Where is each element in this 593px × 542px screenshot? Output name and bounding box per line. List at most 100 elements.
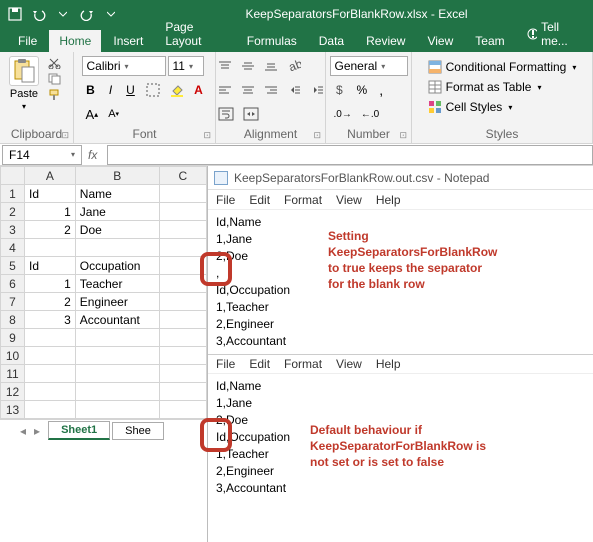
- align-left-icon[interactable]: [214, 80, 236, 100]
- cell[interactable]: Name: [75, 185, 159, 203]
- cell[interactable]: Accountant: [75, 311, 159, 329]
- number-format-combo[interactable]: General▾: [330, 56, 408, 76]
- bold-button[interactable]: B: [82, 80, 100, 100]
- tab-insert[interactable]: Insert: [103, 30, 153, 52]
- paste-label[interactable]: Paste: [10, 88, 38, 100]
- row-header[interactable]: 1: [1, 185, 25, 203]
- cell[interactable]: [25, 401, 76, 419]
- row-header[interactable]: 10: [1, 347, 25, 365]
- copy-icon[interactable]: [46, 72, 64, 86]
- italic-button[interactable]: I: [102, 80, 120, 100]
- cell[interactable]: [75, 383, 159, 401]
- font-name-combo[interactable]: Calibri▾: [82, 56, 166, 76]
- row-header[interactable]: 2: [1, 203, 25, 221]
- row-header[interactable]: 9: [1, 329, 25, 347]
- qat-customize-icon[interactable]: [104, 7, 118, 21]
- select-all-corner[interactable]: [1, 167, 25, 185]
- cell[interactable]: 1: [25, 203, 76, 221]
- cell[interactable]: [159, 383, 206, 401]
- tab-home[interactable]: Home: [49, 30, 101, 52]
- row-header[interactable]: 4: [1, 239, 25, 257]
- border-button[interactable]: [142, 80, 164, 100]
- cell[interactable]: [159, 203, 206, 221]
- name-box[interactable]: F14▾: [2, 145, 82, 165]
- undo-icon[interactable]: [32, 7, 46, 21]
- row-header[interactable]: 3: [1, 221, 25, 239]
- cell[interactable]: [159, 221, 206, 239]
- notepad-menu-file[interactable]: File: [216, 193, 235, 207]
- notepad-menu-format[interactable]: Format: [284, 357, 322, 371]
- tab-review[interactable]: Review: [356, 30, 415, 52]
- align-bottom-icon[interactable]: [260, 56, 282, 76]
- cell[interactable]: Id: [25, 185, 76, 203]
- align-center-icon[interactable]: [237, 80, 259, 100]
- wrap-text-icon[interactable]: [214, 104, 238, 124]
- cell[interactable]: [25, 239, 76, 257]
- tab-view[interactable]: View: [417, 30, 463, 52]
- cell[interactable]: [159, 311, 206, 329]
- row-header[interactable]: 8: [1, 311, 25, 329]
- comma-format-icon[interactable]: ,: [372, 80, 390, 100]
- tab-tell-me[interactable]: Tell me...: [517, 16, 593, 52]
- align-top-icon[interactable]: [214, 56, 236, 76]
- grid[interactable]: A B C 1IdName 21Jane 32Doe 4 5IdOccupati…: [0, 166, 207, 419]
- decrease-indent-icon[interactable]: [283, 80, 305, 100]
- cell[interactable]: [159, 293, 206, 311]
- notepad-menu-view[interactable]: View: [336, 193, 362, 207]
- notepad-titlebar[interactable]: KeepSeparatorsForBlankRow.out.csv - Note…: [208, 166, 593, 190]
- cell[interactable]: Id: [25, 257, 76, 275]
- col-header[interactable]: A: [25, 167, 76, 185]
- decrease-decimal-icon[interactable]: ←.0: [357, 104, 383, 124]
- row-header[interactable]: 11: [1, 365, 25, 383]
- cell[interactable]: Occupation: [75, 257, 159, 275]
- notepad-menu-edit[interactable]: Edit: [249, 193, 270, 207]
- cell[interactable]: [159, 365, 206, 383]
- paste-dropdown-icon[interactable]: ▾: [22, 102, 26, 111]
- cell[interactable]: 3: [25, 311, 76, 329]
- row-header[interactable]: 13: [1, 401, 25, 419]
- cell[interactable]: [25, 383, 76, 401]
- cell[interactable]: [75, 365, 159, 383]
- cell[interactable]: [159, 239, 206, 257]
- cell[interactable]: Engineer: [75, 293, 159, 311]
- conditional-formatting-button[interactable]: Conditional Formatting▾: [426, 58, 579, 76]
- clipboard-dialog-icon[interactable]: ⊡: [61, 130, 69, 141]
- notepad-menu-format[interactable]: Format: [284, 193, 322, 207]
- sheet-nav-next-icon[interactable]: ▸: [34, 424, 40, 438]
- tab-team[interactable]: Team: [465, 30, 514, 52]
- cell[interactable]: [25, 329, 76, 347]
- cell[interactable]: [75, 239, 159, 257]
- accounting-format-icon[interactable]: $: [330, 80, 352, 100]
- sheet-tab-sheet2[interactable]: Shee: [112, 422, 164, 440]
- underline-button[interactable]: U: [122, 80, 140, 100]
- align-right-icon[interactable]: [260, 80, 282, 100]
- notepad-menu-edit[interactable]: Edit: [249, 357, 270, 371]
- number-dialog-icon[interactable]: ⊡: [399, 130, 407, 141]
- notepad-menu-file[interactable]: File: [216, 357, 235, 371]
- cell[interactable]: [25, 347, 76, 365]
- cell[interactable]: [159, 329, 206, 347]
- row-header[interactable]: 7: [1, 293, 25, 311]
- tab-page-layout[interactable]: Page Layout: [155, 16, 234, 52]
- formula-input[interactable]: [107, 145, 593, 165]
- alignment-dialog-icon[interactable]: ⊡: [313, 130, 321, 141]
- increase-decimal-icon[interactable]: .0→: [330, 104, 356, 124]
- sheet-tab-sheet1[interactable]: Sheet1: [48, 421, 110, 440]
- notepad-menu-view[interactable]: View: [336, 357, 362, 371]
- cell[interactable]: 2: [25, 293, 76, 311]
- cell[interactable]: [25, 365, 76, 383]
- cell[interactable]: Doe: [75, 221, 159, 239]
- tab-data[interactable]: Data: [309, 30, 354, 52]
- format-painter-icon[interactable]: [46, 88, 64, 102]
- cell[interactable]: [75, 347, 159, 365]
- cell[interactable]: [159, 401, 206, 419]
- fx-icon[interactable]: fx: [88, 148, 97, 162]
- cell[interactable]: [159, 185, 206, 203]
- cell[interactable]: [75, 329, 159, 347]
- notepad-menu-help[interactable]: Help: [376, 357, 401, 371]
- cut-icon[interactable]: [46, 56, 64, 70]
- paste-icon[interactable]: [9, 56, 39, 86]
- cell[interactable]: Jane: [75, 203, 159, 221]
- font-size-combo[interactable]: 11▾: [168, 56, 204, 76]
- row-header[interactable]: 6: [1, 275, 25, 293]
